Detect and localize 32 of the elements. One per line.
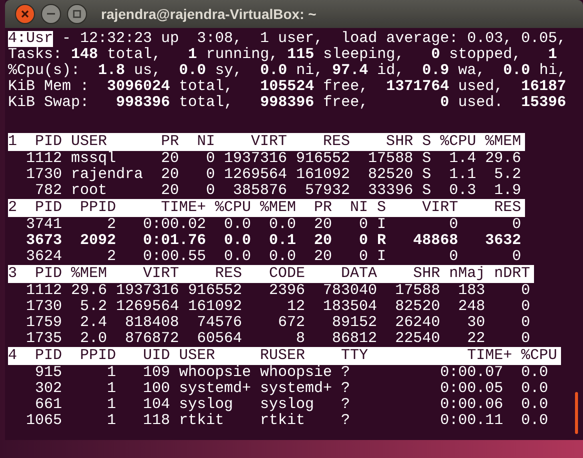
close-button[interactable] bbox=[15, 4, 35, 24]
column-header: 1 PID USER PR NI VIRT RES SHR S %CPU %MEM bbox=[8, 133, 526, 151]
column-header: 2 PID PPID TIME+ %CPU %MEM PR NI S VIRT RES bbox=[8, 199, 526, 217]
summary-line: KiB Mem : 3096024 total, 105524 free, 1371764 used, 16187 bbox=[8, 78, 566, 95]
process-row-text: 661 1 104 syslog syslog ? 0:00.06 0.0 bbox=[34, 397, 548, 413]
process-row-text: 1730 rajendra 20 0 1269564 161092 82520 S 1.1 5.2 bbox=[25, 167, 522, 183]
maximize-button[interactable] bbox=[67, 4, 87, 24]
process-row-text: 1112 29.6 1937316 916552 2396 783040 17588 183 0 bbox=[25, 283, 530, 299]
summary-line: %Cpu(s): 1.8 us, 0.0 sy, 0.0 ni, 97.4 id, 0.9 wa, 0.0 hi, bbox=[8, 62, 566, 79]
process-row-text: 1759 2.4 818408 74576 672 89152 26240 30 0 bbox=[25, 315, 530, 331]
process-row-text: 3624 2 0:00.55 0.0 0.0 20 0 I 0 0 bbox=[25, 249, 522, 265]
current-window-label: 4:Usr bbox=[8, 31, 54, 47]
process-row-text: 1730 5.2 1269564 161092 12 183504 82520 248 0 bbox=[25, 299, 530, 315]
scrollbar-thumb[interactable] bbox=[575, 392, 578, 434]
process-row-text: 302 1 100 systemd+ systemd+ ? 0:00.05 0.0 bbox=[34, 381, 548, 397]
uptime-line: - 12:32:23 up 3:08, 1 user, load average: 0.03, 0.05, bbox=[61, 31, 566, 47]
process-row-text: 782 root 20 0 385876 57932 33396 S 0.3 1.9 bbox=[34, 183, 522, 199]
summary-line: Tasks: 148 total, 1 running, 115 sleeping, 0 stopped, 1 bbox=[8, 46, 558, 63]
process-row-text: 3741 2 0:00.02 0.0 0.0 20 0 I 0 0 bbox=[25, 217, 522, 233]
process-row-text: 3673 2092 0:01.76 0.0 0.1 20 0 R 48868 3632 bbox=[25, 233, 522, 249]
summary-line: KiB Swap: 998396 total, 998396 free, 0 used. 15396 bbox=[8, 94, 566, 111]
process-row-text: 915 1 109 whoopsie whoopsie ? 0:00.07 0.0 bbox=[34, 365, 548, 381]
close-icon bbox=[21, 10, 29, 18]
process-row-text: 1065 1 118 rtkit rtkit ? 0:00.11 0.0 bbox=[25, 413, 548, 429]
column-header: 4 PID PPID UID USER RUSER TTY TIME+ %CPU bbox=[8, 347, 562, 365]
column-header: 3 PID %MEM VIRT RES CODE DATA SHR nMaj nDRT bbox=[8, 265, 534, 283]
minimize-button[interactable] bbox=[41, 4, 61, 24]
process-row-text: 1735 2.0 876872 60564 8 86812 22540 22 0 bbox=[25, 331, 530, 347]
window-title: rajendra@rajendra-VirtualBox: ~ bbox=[101, 4, 316, 24]
process-row-text: 1112 mssql 20 0 1937316 916552 17588 S 1.4 29.6 bbox=[25, 151, 522, 167]
maximize-icon bbox=[73, 10, 81, 18]
minimize-icon bbox=[47, 13, 55, 15]
